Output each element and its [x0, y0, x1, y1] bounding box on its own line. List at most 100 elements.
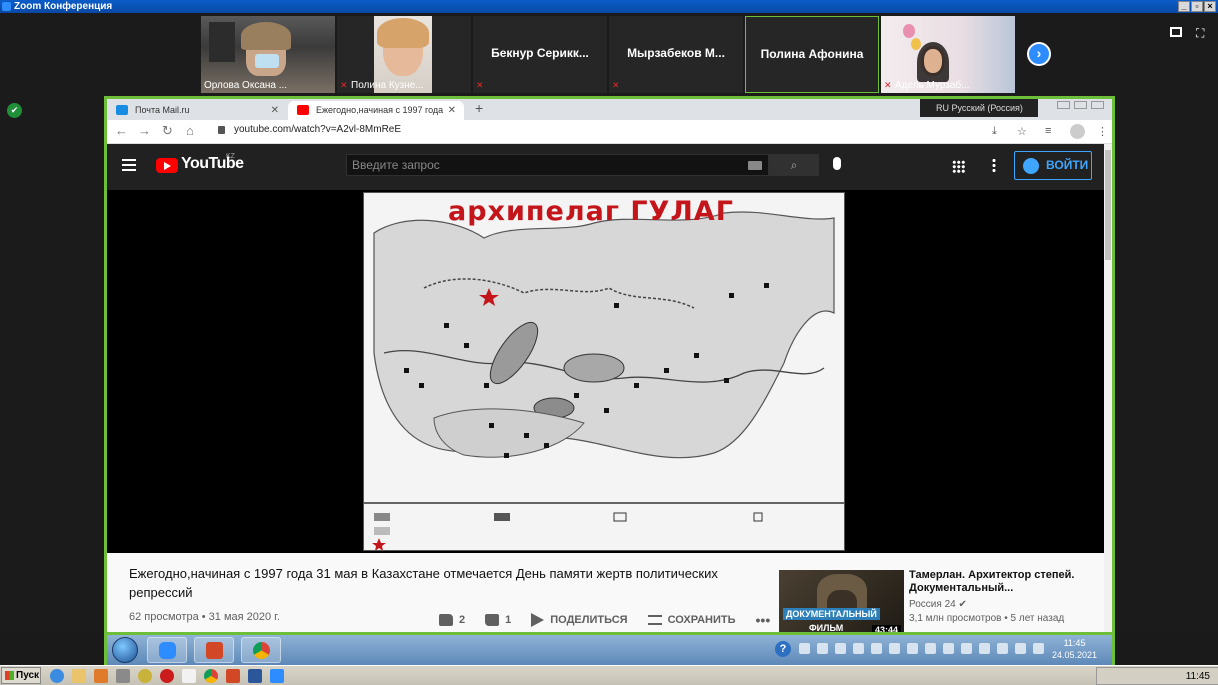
- app-icon[interactable]: [116, 669, 130, 683]
- powerpoint-icon[interactable]: [226, 669, 240, 683]
- apps-grid-icon[interactable]: [952, 160, 965, 173]
- documentary-badge: ДОКУМЕНТАЛЬНЫЙ: [783, 608, 880, 620]
- ie-icon[interactable]: [50, 669, 64, 683]
- share-button[interactable]: ПОДЕЛИТЬСЯ: [531, 613, 628, 627]
- tray-icon[interactable]: [799, 643, 810, 654]
- participant-tile[interactable]: Мырзабеков М... ✕: [609, 16, 743, 93]
- reading-list-icon[interactable]: ≡: [1045, 125, 1051, 137]
- tab-label: Почта Mail.ru: [135, 105, 190, 115]
- media-icon[interactable]: [94, 669, 108, 683]
- participant-tile[interactable]: Орлова Оксана ...: [201, 16, 335, 93]
- recommended-video-title[interactable]: Тамерлан. Архитектор степей. Документаль…: [909, 569, 1089, 595]
- taskbar-presentation[interactable]: [194, 637, 234, 663]
- folder-icon[interactable]: [72, 669, 86, 683]
- next-participants-button[interactable]: ›: [1027, 42, 1051, 66]
- browser-menu-icon[interactable]: ⋮: [1097, 125, 1108, 138]
- restore-button[interactable]: ▫: [1191, 1, 1203, 12]
- share-icon: [531, 613, 545, 627]
- tray-icon[interactable]: [1015, 643, 1026, 654]
- tab-mail[interactable]: Почта Mail.ru ✕: [107, 101, 287, 120]
- clock-time: 11:45: [1063, 638, 1086, 648]
- search-button[interactable]: ⌕: [769, 154, 819, 176]
- youtube-header: YouTube KZ Введите запрос ⌕ ВОЙТИ: [107, 144, 1112, 190]
- yandex-icon[interactable]: [182, 669, 196, 683]
- chrome-icon[interactable]: [204, 669, 218, 683]
- mail-icon: [116, 105, 128, 115]
- address-bar[interactable]: youtube.com/watch?v=A2vl-8MmReE: [234, 124, 401, 135]
- reload-icon[interactable]: ↻: [162, 123, 173, 139]
- tray-icon[interactable]: [943, 643, 954, 654]
- presentation-app-icon: [206, 642, 223, 659]
- close-tab-icon[interactable]: ✕: [448, 101, 456, 120]
- menu-icon[interactable]: [122, 159, 136, 171]
- close-button[interactable]: [1091, 101, 1104, 109]
- save-button[interactable]: СОХРАНИТЬ: [647, 614, 736, 626]
- tab-youtube[interactable]: Ежегодно,начиная с 1997 года ✕: [288, 101, 464, 120]
- participant-tile[interactable]: ✕ Адель Мурзаб...: [881, 16, 1015, 93]
- minimize-button[interactable]: _: [1178, 1, 1190, 12]
- minimize-button[interactable]: [1057, 101, 1070, 109]
- tray-icon[interactable]: [979, 643, 990, 654]
- tray-icon[interactable]: [889, 643, 900, 654]
- tray-icon[interactable]: [907, 643, 918, 654]
- new-tab-button[interactable]: +: [475, 100, 483, 116]
- video-player[interactable]: архипелаг ГУЛАГ: [107, 190, 1104, 553]
- search-input[interactable]: Введите запрос: [346, 154, 769, 176]
- opera-icon[interactable]: [160, 669, 174, 683]
- scrollbar-thumb[interactable]: [1105, 150, 1111, 260]
- like-count: 2: [459, 614, 466, 626]
- security-shield-icon[interactable]: ✔: [7, 103, 22, 118]
- host-clock[interactable]: 11:45: [1186, 668, 1210, 685]
- maximize-button[interactable]: [1074, 101, 1087, 109]
- recommended-video-thumbnail[interactable]: ДОКУМЕНТАЛЬНЫЙ ФИЛЬМ 43:44: [779, 570, 904, 632]
- close-button[interactable]: ×: [1204, 1, 1216, 12]
- taskbar-zoom[interactable]: [147, 637, 187, 663]
- fullscreen-icon[interactable]: ⛶: [1196, 27, 1208, 39]
- window-controls: _ ▫ ×: [1178, 1, 1216, 12]
- page-scrollbar[interactable]: [1104, 144, 1112, 632]
- tray-icon[interactable]: [925, 643, 936, 654]
- bookmark-star-icon[interactable]: ☆: [1017, 125, 1027, 138]
- view-layout-icon[interactable]: [1170, 27, 1182, 37]
- help-icon[interactable]: ?: [775, 641, 791, 657]
- language-indicator[interactable]: RU Русский (Россия): [920, 99, 1038, 117]
- quick-launch: [50, 669, 284, 683]
- youtube-logo-icon[interactable]: [156, 158, 178, 173]
- playlist-add-icon: [647, 615, 662, 625]
- tray-icon[interactable]: [997, 643, 1008, 654]
- tray-icon[interactable]: [961, 643, 972, 654]
- app-icon[interactable]: [138, 669, 152, 683]
- tray-icon[interactable]: [871, 643, 882, 654]
- dislike-button[interactable]: 1: [485, 614, 511, 626]
- tray-icon[interactable]: [817, 643, 828, 654]
- back-icon[interactable]: ←: [115, 123, 128, 138]
- participant-name: Адель Мурзаб...: [895, 80, 970, 91]
- tray-icon[interactable]: [835, 643, 846, 654]
- shared-clock[interactable]: 11:45 24.05.2021: [1052, 637, 1097, 661]
- profile-avatar[interactable]: [1070, 124, 1085, 139]
- shared-screen: Почта Mail.ru ✕ Ежегодно,начиная с 1997 …: [104, 96, 1115, 635]
- word-icon[interactable]: [248, 669, 262, 683]
- close-tab-icon[interactable]: ✕: [271, 101, 279, 120]
- tray-icon[interactable]: [1033, 643, 1044, 654]
- home-icon[interactable]: ⌂: [186, 123, 194, 138]
- recommended-video-channel[interactable]: Россия 24 ✔: [909, 599, 967, 610]
- like-button[interactable]: 2: [439, 614, 465, 626]
- sign-in-button[interactable]: ВОЙТИ: [1014, 151, 1092, 180]
- start-orb-icon[interactable]: [112, 637, 138, 663]
- zoom-app-icon[interactable]: [270, 669, 284, 683]
- screen: Zoom Конференция _ ▫ × Орлова Оксана ...: [0, 0, 1218, 685]
- tray-icon[interactable]: [853, 643, 864, 654]
- install-icon[interactable]: ⤓: [992, 125, 997, 138]
- zoom-icon: [2, 2, 11, 11]
- participant-tile[interactable]: ✕ Полина Кузне...: [337, 16, 471, 93]
- participant-tile[interactable]: Бекнур Серикк... ✕: [473, 16, 607, 93]
- start-button[interactable]: Пуск: [1, 667, 41, 684]
- settings-menu-icon[interactable]: [992, 158, 996, 172]
- keyboard-icon[interactable]: [748, 161, 762, 170]
- participant-tile-active-speaker[interactable]: Полина Афонина: [745, 16, 879, 93]
- voice-search-icon[interactable]: [833, 157, 841, 170]
- more-actions-icon[interactable]: •••: [756, 612, 771, 628]
- forward-icon[interactable]: →: [138, 123, 151, 138]
- taskbar-chrome[interactable]: [241, 637, 281, 663]
